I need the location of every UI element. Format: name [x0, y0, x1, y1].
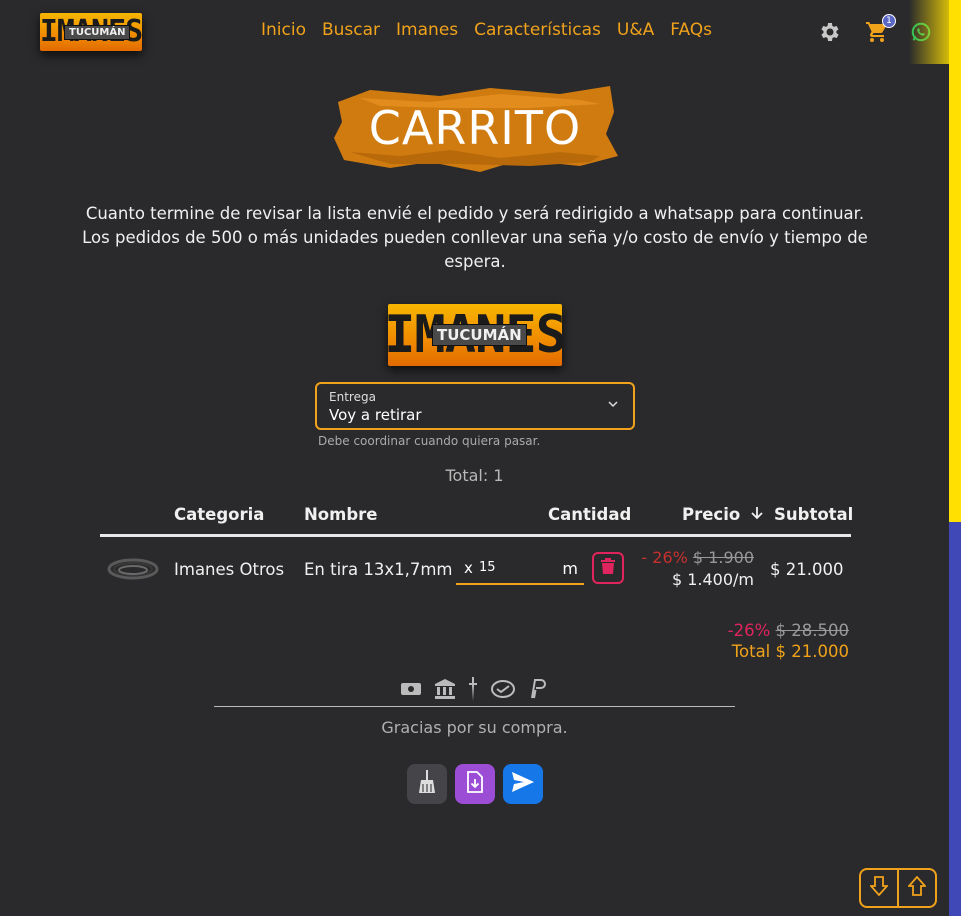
row-old-price: $ 1.900 [692, 548, 754, 567]
nav-buscar[interactable]: Buscar [322, 20, 380, 40]
header-glow [909, 0, 949, 64]
page-title-banner: CARRITO [330, 82, 620, 174]
row-discount: - 26% [641, 548, 688, 567]
chevron-down-icon [607, 398, 619, 414]
nav-caracteristicas[interactable]: Características [474, 20, 601, 40]
scrollbar[interactable] [949, 0, 961, 916]
transfer-icon [468, 677, 478, 705]
page-title: CARRITO [368, 101, 582, 155]
delivery-select[interactable]: Entrega Voy a retirar [315, 382, 635, 430]
delivery-value: Voy a retirar [329, 406, 422, 424]
intro-line-1: Cuanto termine de revisar la lista envié… [85, 204, 865, 223]
file-download-icon [466, 771, 484, 797]
paypal-icon [528, 678, 546, 704]
intro-text: Cuanto termine de revisar la lista envié… [50, 202, 900, 274]
intro-line-2: Los pedidos de 500 o más unidades pueden… [82, 228, 868, 271]
scroll-down-button[interactable] [861, 870, 899, 906]
main-nav: Inicio Buscar Imanes Características U&A… [261, 20, 728, 40]
handshake-icon [490, 679, 516, 703]
cart-count-badge: 1 [882, 14, 896, 28]
download-pdf-button[interactable] [455, 764, 495, 804]
arrow-up-box-icon [906, 875, 928, 900]
quantity-value[interactable]: 15 [479, 560, 496, 575]
delete-item-button[interactable] [592, 552, 624, 584]
gear-icon[interactable] [817, 20, 841, 48]
cart-logo: IMANES TUCUMÁN [388, 304, 562, 366]
arrow-down-icon [750, 505, 764, 524]
scrollbar-thumb[interactable] [949, 522, 961, 916]
quantity-unit: m [562, 559, 578, 578]
trash-icon [601, 558, 615, 578]
nav-imanes[interactable]: Imanes [396, 20, 458, 40]
header-subtotal[interactable]: Subtotal [774, 505, 853, 524]
grand-total: Total $ 21.000 [731, 642, 849, 661]
header-cantidad[interactable]: Cantidad [548, 505, 631, 524]
scroll-up-button[interactable] [899, 870, 935, 906]
product-thumbnail[interactable] [106, 552, 160, 588]
thanks-text: Gracias por su compra. [381, 718, 568, 737]
cart-logo-sub-text: TUCUMÁN [432, 324, 527, 346]
logo-sub-text: TUCUMÁN [64, 25, 131, 40]
footer-divider [214, 706, 735, 707]
row-nombre: En tira 13x1,7mm [304, 560, 453, 579]
scroll-controls [859, 868, 937, 908]
bank-icon [434, 679, 456, 703]
nav-faqs[interactable]: FAQs [670, 20, 712, 40]
header-precio-label: Precio [682, 505, 741, 524]
broom-icon [417, 770, 437, 798]
scrollbar-track[interactable] [949, 0, 961, 522]
nav-inicio[interactable]: Inicio [261, 20, 306, 40]
top-bar: IMANES TUCUMÁN Inicio Buscar Imanes Cara… [0, 0, 949, 64]
quantity-prefix: x [464, 559, 473, 577]
row-categoria: Imanes Otros [174, 560, 285, 579]
header-precio[interactable]: Precio [682, 505, 764, 524]
payment-methods [400, 677, 546, 705]
total-discount: -26% [727, 621, 771, 640]
row-unit-price: $ 1.400/m [671, 570, 754, 589]
nav-uya[interactable]: U&A [617, 20, 654, 40]
item-count: Total: 1 [445, 466, 504, 485]
cash-icon [400, 680, 422, 702]
clear-cart-button[interactable] [407, 764, 447, 804]
delivery-helper: Debe coordinar cuando quiera pasar. [318, 434, 541, 448]
cart-icon[interactable]: 1 [865, 14, 896, 48]
table-header-divider [100, 534, 851, 537]
row-price: - 26% $ 1.900 $ 1.400/m [630, 548, 754, 589]
delivery-label: Entrega [329, 390, 376, 404]
send-icon [512, 772, 534, 796]
header-logo[interactable]: IMANES TUCUMÁN [40, 13, 142, 51]
quantity-input[interactable]: x 15 m [456, 552, 584, 585]
header-categoria[interactable]: Categoria [174, 505, 264, 524]
send-order-button[interactable] [503, 764, 543, 804]
row-subtotal: $ 21.000 [770, 560, 844, 579]
arrow-down-box-icon [868, 876, 890, 900]
totals: -26% $ 28.500 Total $ 21.000 [700, 621, 849, 661]
total-old: $ 28.500 [775, 621, 849, 640]
header-nombre[interactable]: Nombre [304, 505, 377, 524]
